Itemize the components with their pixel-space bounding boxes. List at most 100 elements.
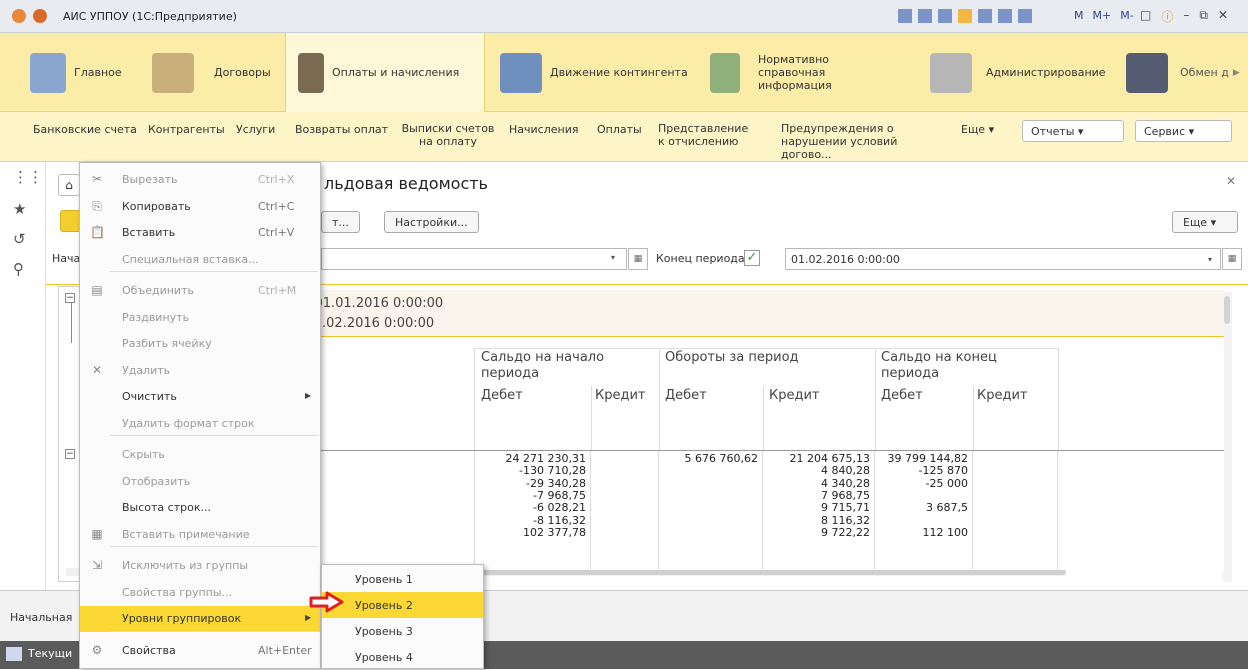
end-period-checkbox[interactable]: ✓ (744, 250, 760, 266)
maximize-icon[interactable]: ⧉ (1199, 8, 1208, 25)
col-header-turnover: Обороты за период (665, 350, 799, 365)
menu-item-label: Вставить примечание (122, 527, 250, 541)
menu-item[interactable]: ⚙ Свойства Alt+Enter (80, 638, 320, 664)
section-payments[interactable]: Оплаты и начисления (285, 33, 485, 112)
calendar-icon[interactable] (1018, 9, 1032, 23)
settings-button[interactable]: Настройки... (384, 211, 479, 233)
collapse-icon[interactable]: − (65, 449, 75, 459)
submenu-item-level[interactable]: Уровень 4 (322, 644, 483, 670)
submenu-item-level[interactable]: Уровень 3 (322, 618, 483, 644)
collapse-icon[interactable]: − (65, 293, 75, 303)
nav-counterparties[interactable]: Контрагенты (148, 123, 225, 136)
end-period-value: 01.02.2016 0:00:00 (791, 253, 900, 266)
menu-item[interactable]: Высота строк... (80, 495, 320, 521)
section-contracts[interactable]: Договоры (152, 33, 277, 112)
preview-icon[interactable] (938, 9, 952, 23)
section-label: Оплаты и начисления (332, 66, 460, 79)
scroll-right-icon[interactable]: ▶ (1233, 68, 1240, 78)
favorite-icon[interactable] (958, 9, 972, 23)
history-icon[interactable] (978, 9, 992, 23)
submenu-item-label: Уровень 3 (355, 625, 413, 638)
section-reference[interactable]: Нормативно справочная информация (710, 33, 910, 112)
section-admin[interactable]: Администрирование (930, 33, 1110, 112)
menu-item-label: Отобразить (122, 474, 191, 488)
dropdown-arrow-icon[interactable]: ▾ (611, 253, 615, 262)
start-period-field[interactable] (321, 248, 627, 270)
scissors-icon: ✂ (91, 172, 103, 186)
submenu-arrow-icon: ▶ (305, 391, 312, 400)
submenu-item-level[interactable]: Уровень 1 (322, 566, 483, 592)
end-period-field[interactable]: 01.02.2016 0:00:00 ▾ (785, 248, 1221, 270)
search-icon[interactable]: ⚲ (13, 260, 24, 278)
minimize-icon[interactable]: – (1183, 8, 1189, 25)
nav-bank-accounts[interactable]: Банковские счета (33, 123, 137, 136)
service-dropdown[interactable]: Сервис ▾ (1135, 120, 1232, 142)
calendar-icon[interactable]: ▦ (628, 248, 648, 270)
menu-item[interactable]: Отобразить (80, 469, 320, 495)
info-icon[interactable]: ⓘ (1161, 8, 1173, 25)
nav-invoice-statements[interactable]: Выписки счетов на оплату (400, 122, 496, 148)
memory-minus-button[interactable]: M- (1120, 9, 1133, 22)
dropdown-arrow-icon[interactable]: ▾ (1208, 255, 1212, 264)
nav-warnings[interactable]: Предупреждения о нарушении условий догов… (781, 122, 931, 161)
menu-item[interactable]: Скрыть (80, 442, 320, 468)
nav-more[interactable]: Еще ▾ (961, 123, 994, 136)
apps-grid-icon[interactable]: ⋮⋮ (13, 168, 43, 186)
col-debit: Дебет (881, 388, 923, 403)
home-button[interactable]: ⌂ (58, 174, 80, 196)
tab-home[interactable]: Начальная (10, 611, 72, 624)
submenu-item-label: Уровень 1 (355, 573, 413, 586)
menu-item[interactable]: Раздвинуть (80, 305, 320, 331)
windows-icon[interactable]: □ (1140, 8, 1151, 25)
menu-item-label: Скрыть (122, 448, 165, 461)
section-contingent[interactable]: Движение контингента (500, 33, 700, 112)
menu-item[interactable]: ⎘ Копировать Ctrl+C (80, 194, 320, 220)
menu-item[interactable]: ✂ Вырезать Ctrl+X (80, 167, 320, 193)
menu-item[interactable]: Удалить формат строк (80, 411, 320, 437)
submenu-item-level[interactable]: Уровень 2 (322, 592, 483, 618)
form-close-icon[interactable]: ✕ (1226, 174, 1236, 188)
close-icon[interactable]: ✕ (1218, 8, 1228, 25)
section-label: Нормативно справочная информация (758, 53, 832, 92)
menu-item[interactable]: Свойства группы... (80, 580, 320, 606)
section-exchange[interactable]: Обмен д ▶ (1126, 33, 1248, 112)
nav-charges[interactable]: Начисления (509, 123, 578, 136)
more-button[interactable]: Еще ▾ (1172, 211, 1238, 233)
menu-item[interactable]: Уровни группировок ▶ (80, 606, 320, 632)
reports-dropdown[interactable]: Отчеты ▾ (1022, 120, 1124, 142)
save-icon[interactable] (898, 9, 912, 23)
start-period-label: Нача (52, 252, 81, 265)
memory-button[interactable]: M (1074, 9, 1084, 22)
menu-item-label: Свойства (122, 643, 176, 657)
history-icon[interactable]: ↺ (13, 230, 26, 248)
menu-item-label: Разбить ячейку (122, 337, 212, 350)
print-icon[interactable] (918, 9, 932, 23)
menu-item[interactable]: Разбить ячейку (80, 331, 320, 357)
red-arrow-icon (309, 591, 344, 613)
menu-item[interactable]: ▦ Вставить примечание (80, 522, 320, 548)
nav-refunds[interactable]: Возвраты оплат (295, 123, 388, 136)
nav-expulsion[interactable]: Представление к отчислению (658, 122, 758, 148)
calculator-icon[interactable] (998, 9, 1012, 23)
menu-icon[interactable] (33, 9, 47, 23)
menu-item[interactable]: ▤ Объединить Ctrl+M (80, 278, 320, 304)
partial-button[interactable]: т... (321, 211, 360, 233)
menu-item[interactable]: 📋 Вставить Ctrl+V (80, 220, 320, 246)
table-header: Сальдо на начало периода Обороты за пери… (474, 348, 1059, 450)
window-title: АИС УППОУ (1С:Предприятие) (63, 10, 237, 23)
section-main[interactable]: Главное (30, 33, 145, 112)
menu-item-shortcut: Alt+Enter (258, 643, 312, 657)
nav-payments[interactable]: Оплаты (597, 123, 642, 136)
menu-item[interactable]: Очистить ▶ (80, 384, 320, 410)
taskbar-item[interactable]: Текущи (6, 647, 72, 661)
menu-item[interactable]: Специальная вставка... (80, 247, 320, 273)
home-section-icon (30, 52, 66, 93)
scrollbar-thumb[interactable] (1224, 296, 1230, 324)
calendar-icon[interactable]: ▦ (1222, 248, 1242, 270)
nav-services[interactable]: Услуги (236, 123, 275, 136)
menu-item[interactable]: ⇲ Исключить из группы (80, 553, 320, 579)
menu-item[interactable]: ✕ Удалить (80, 358, 320, 384)
memory-plus-button[interactable]: M+ (1093, 9, 1112, 22)
favorites-star-icon[interactable]: ★ (13, 200, 26, 218)
section-label: Движение контингента (550, 66, 688, 79)
